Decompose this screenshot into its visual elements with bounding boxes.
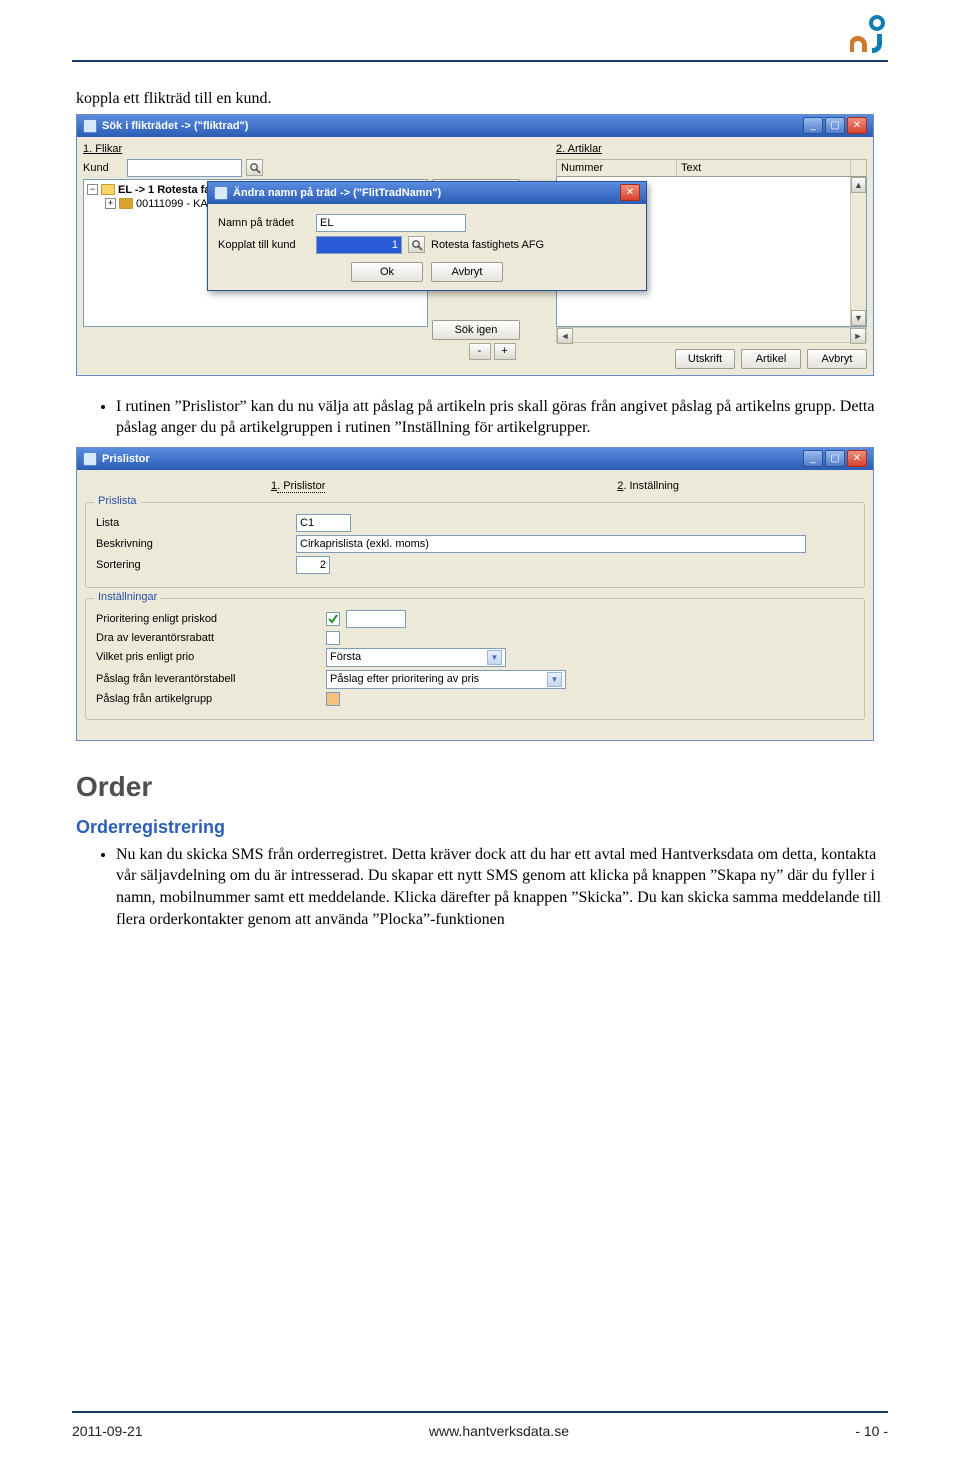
heading-order: Order xyxy=(76,771,884,803)
scroll-up-icon[interactable]: ▲ xyxy=(851,177,866,193)
tab-prislistor[interactable]: 1. Prislistor xyxy=(271,480,325,492)
chevron-down-icon: ▼ xyxy=(487,650,502,665)
footer-site: www.hantverksdata.se xyxy=(429,1423,569,1439)
lookup-icon[interactable] xyxy=(408,236,425,253)
sok-igen-button[interactable]: Sök igen xyxy=(432,320,520,340)
avbryt-button[interactable]: Avbryt xyxy=(807,349,867,369)
vilket-pris-value: Första xyxy=(330,651,361,663)
paragraph-1: koppla ett flikträd till en kund. xyxy=(76,88,884,110)
heading-orderregistrering: Orderregistrering xyxy=(76,817,884,838)
levrabatt-checkbox[interactable] xyxy=(326,631,340,645)
minimize-button-2[interactable]: _ xyxy=(803,450,823,467)
window-title: Sök i flikträdet -> ("fliktrad") xyxy=(102,120,248,132)
horizontal-scrollbar[interactable]: ◄ ► xyxy=(556,327,867,343)
brand-logo xyxy=(850,14,890,54)
kopplat-input[interactable]: 1 xyxy=(316,236,402,254)
footer-page: - 10 - xyxy=(855,1423,888,1439)
priskod-value[interactable] xyxy=(346,610,406,628)
kopplat-label: Kopplat till kund xyxy=(218,239,310,251)
folder-icon xyxy=(119,198,133,209)
artiklar-grid-header: Nummer Text xyxy=(556,159,867,177)
group-title-prislista: Prislista xyxy=(94,495,141,507)
screenshot-sok-fliktrad: Sök i flikträdet -> ("fliktrad") _ ▢ ✕ 1… xyxy=(76,114,874,376)
dialog-avbryt-button[interactable]: Avbryt xyxy=(431,262,503,282)
header-rule xyxy=(72,60,888,62)
paslag-artgrp-label: Påslag från artikelgrupp xyxy=(96,693,326,705)
tab-flikar[interactable]: 1. Flikar xyxy=(83,143,428,155)
maximize-button-2[interactable]: ▢ xyxy=(825,450,845,467)
search-icon[interactable] xyxy=(246,159,263,176)
beskrivning-input[interactable] xyxy=(296,535,806,553)
priskod-checkbox[interactable] xyxy=(326,612,340,626)
zoom-in-button[interactable]: + xyxy=(494,343,516,360)
group-installningar: Inställningar Prioritering enligt prisko… xyxy=(85,598,865,720)
sortering-input[interactable] xyxy=(296,556,330,574)
beskrivning-label: Beskrivning xyxy=(96,538,296,550)
col-text[interactable]: Text xyxy=(677,160,850,176)
footer-date: 2011-09-21 xyxy=(72,1423,143,1439)
paslag-artgrp-checkbox[interactable] xyxy=(326,692,340,706)
tree-collapse-icon[interactable]: − xyxy=(87,184,98,195)
group-title-installningar: Inställningar xyxy=(94,591,161,603)
dialog-title: Ändra namn på träd -> ("FlitTradNamn") xyxy=(233,187,441,199)
scroll-left-icon[interactable]: ◄ xyxy=(557,328,573,344)
window-titlebar: Sök i flikträdet -> ("fliktrad") _ ▢ ✕ xyxy=(77,115,873,137)
artikel-button[interactable]: Artikel xyxy=(741,349,801,369)
kund-label: Kund xyxy=(83,162,123,174)
kopplat-text: Rotesta fastighets AFG xyxy=(431,239,544,251)
dialog-ok-button[interactable]: Ok xyxy=(351,262,423,282)
vertical-scrollbar[interactable]: ▲ ▼ xyxy=(850,177,866,326)
page-footer: 2011-09-21 www.hantverksdata.se - 10 - xyxy=(72,1411,888,1439)
utskrift-button[interactable]: Utskrift xyxy=(675,349,735,369)
maximize-button[interactable]: ▢ xyxy=(825,117,845,134)
tab-artiklar[interactable]: 2. Artiklar xyxy=(556,143,867,155)
scroll-down-icon[interactable]: ▼ xyxy=(851,310,866,326)
paslag-lev-value: Påslag efter prioritering av pris xyxy=(330,673,479,685)
tree-expand-icon[interactable]: + xyxy=(105,198,116,209)
vilket-pris-label: Vilket pris enligt prio xyxy=(96,651,326,663)
vilket-pris-select[interactable]: Första ▼ xyxy=(326,648,506,667)
scroll-right-icon[interactable]: ► xyxy=(850,328,866,344)
folder-icon xyxy=(101,184,115,195)
window-titlebar-2: Prislistor _ ▢ ✕ xyxy=(77,448,873,470)
chevron-down-icon: ▼ xyxy=(547,672,562,687)
minimize-button[interactable]: _ xyxy=(803,117,823,134)
sortering-label: Sortering xyxy=(96,559,296,571)
kund-input[interactable] xyxy=(127,159,242,177)
group-prislista: Prislista Lista Beskrivning Sortering xyxy=(85,502,865,588)
paslag-lev-select[interactable]: Påslag efter prioritering av pris ▼ xyxy=(326,670,566,689)
bullet-prislistor: I rutinen ”Prislistor” kan du nu välja a… xyxy=(116,396,884,439)
dialog-andra-namn: Ändra namn på träd -> ("FlitTradNamn") ✕… xyxy=(207,181,647,291)
namn-label: Namn på trädet xyxy=(218,217,310,229)
col-nummer[interactable]: Nummer xyxy=(557,160,677,176)
close-button[interactable]: ✕ xyxy=(847,117,867,134)
priskod-label: Prioritering enligt priskod xyxy=(96,613,326,625)
paslag-lev-label: Påslag från leverantörstabell xyxy=(96,673,326,685)
screenshot-prislistor: Prislistor _ ▢ ✕ 1. Prislistor 2. Instäl… xyxy=(76,447,874,741)
namn-input[interactable] xyxy=(316,214,466,232)
close-button-2[interactable]: ✕ xyxy=(847,450,867,467)
window-title-2: Prislistor xyxy=(102,453,150,465)
tab-installning[interactable]: 2. Inställning xyxy=(617,480,679,492)
levrabatt-label: Dra av leverantörsrabatt xyxy=(96,632,326,644)
lista-input[interactable] xyxy=(296,514,351,532)
dialog-close-button[interactable]: ✕ xyxy=(620,184,640,201)
lista-label: Lista xyxy=(96,517,296,529)
zoom-out-button[interactable]: - xyxy=(469,343,491,360)
bullet-sms: Nu kan du skicka SMS från orderregistret… xyxy=(116,844,884,930)
